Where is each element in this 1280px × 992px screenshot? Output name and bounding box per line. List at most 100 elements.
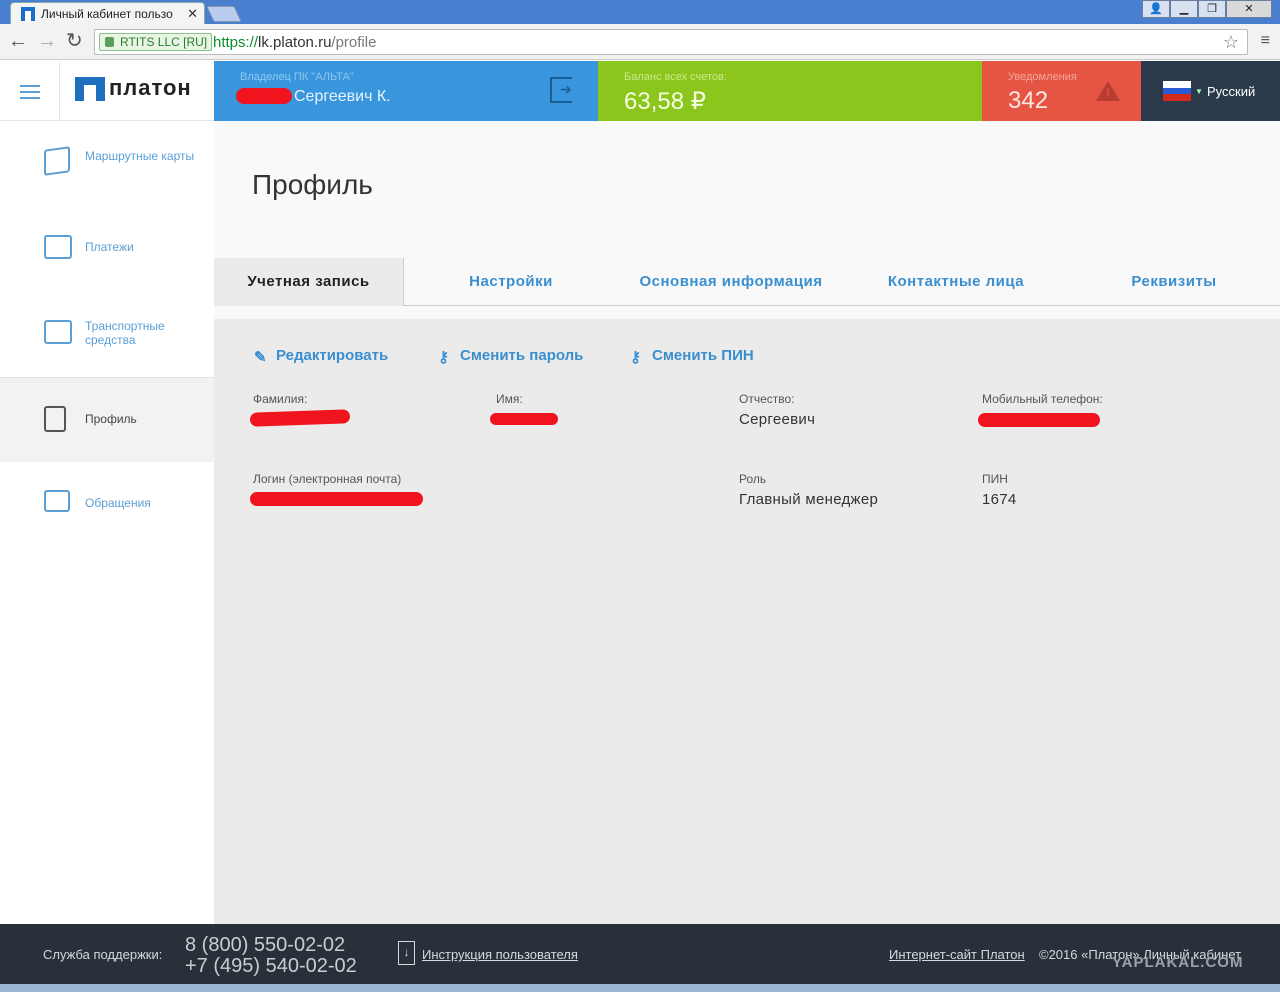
- tab-main-info[interactable]: Основная информация: [618, 258, 844, 306]
- redaction-mark: [236, 88, 292, 104]
- hamburger-menu-icon[interactable]: [0, 61, 60, 121]
- redaction-mark: [249, 409, 351, 427]
- user-manual-link[interactable]: Инструкция пользователя: [422, 947, 578, 962]
- notifications-panel[interactable]: Уведомления 342: [982, 61, 1141, 121]
- sidebar-item-label: Маршрутные карты: [85, 149, 195, 163]
- tab-account[interactable]: Учетная запись: [214, 258, 404, 306]
- sidebar-item-payments[interactable]: Платежи: [0, 207, 214, 292]
- sidebar: платон Маршрутные карты Платежи Транспор…: [0, 61, 214, 924]
- change-pin-label: Сменить ПИН: [652, 347, 754, 364]
- redaction-mark: [978, 413, 1100, 427]
- surname-label: Фамилия:: [253, 392, 308, 406]
- footer: Служба поддержки: 8 (800) 550-02-02 +7 (…: [0, 924, 1280, 984]
- mobile-label: Мобильный телефон:: [982, 392, 1103, 406]
- key-icon: ⚷: [438, 349, 449, 366]
- sidebar-item-profile[interactable]: Профиль: [0, 377, 214, 462]
- redaction-mark: [250, 492, 423, 506]
- support-phone-2: +7 (495) 540-02-02: [185, 955, 357, 977]
- language-selector[interactable]: ▼ Русский: [1141, 61, 1280, 121]
- tab-requisites[interactable]: Реквизиты: [1104, 258, 1244, 306]
- wallet-icon: [44, 235, 72, 259]
- pin-label: ПИН: [982, 472, 1008, 486]
- tab-contacts[interactable]: Контактные лица: [864, 258, 1048, 306]
- browser-tabstrip: Личный кабинет пользо ✕ 👤 ▁ ❐ ✕: [0, 0, 1280, 24]
- profile-tabs: Учетная запись Настройки Основная информ…: [214, 258, 1280, 306]
- sidebar-item-label: Обращения: [85, 496, 151, 510]
- warning-icon: [1096, 81, 1120, 101]
- support-phone-1: 8 (800) 550-02-02: [185, 934, 346, 956]
- close-window-button[interactable]: ✕: [1226, 0, 1272, 18]
- address-bar[interactable]: RTITS LLC [RU] https://lk.platon.ru/prof…: [94, 29, 1248, 55]
- watermark: YAPLAKAL.COM: [1112, 954, 1244, 971]
- balance-panel[interactable]: Баланс всех счетов: 63,58 ₽: [598, 61, 982, 121]
- balance-label: Баланс всех счетов:: [624, 71, 727, 83]
- window-controls: 👤 ▁ ❐ ✕: [1142, 0, 1272, 18]
- language-label: Русский: [1207, 84, 1256, 99]
- tab-settings[interactable]: Настройки: [434, 258, 588, 306]
- role-label: Роль: [739, 472, 767, 486]
- edit-button[interactable]: ✎ Редактировать: [254, 347, 389, 366]
- truck-icon: [44, 320, 72, 344]
- logo-text: платон: [109, 75, 192, 100]
- url-path: /profile: [331, 34, 377, 51]
- platon-logo-icon: [75, 77, 105, 101]
- balance-value: 63,58 ₽: [624, 88, 706, 115]
- minimize-button[interactable]: ▁: [1170, 0, 1198, 18]
- login-label: Логин (электронная почта): [253, 472, 402, 486]
- owner-panel[interactable]: Владелец ПК "АЛЬТА" Сергеевич К.: [214, 61, 598, 121]
- browser-tab[interactable]: Личный кабинет пользо ✕: [10, 2, 205, 24]
- browser-menu-icon[interactable]: ≡: [1261, 32, 1270, 50]
- name-label: Имя:: [496, 392, 523, 406]
- tab-title: Личный кабинет пользо: [41, 7, 173, 21]
- redaction-mark: [490, 413, 558, 425]
- owner-name: Сергеевич К.: [294, 88, 391, 105]
- role-value: Главный менеджер: [739, 491, 879, 508]
- edit-label: Редактировать: [276, 347, 389, 364]
- support-label: Служба поддержки:: [43, 947, 163, 962]
- change-password-label: Сменить пароль: [460, 347, 584, 364]
- certificate-badge[interactable]: RTITS LLC [RU]: [99, 33, 213, 51]
- back-icon[interactable]: ←: [8, 31, 28, 51]
- change-password-button[interactable]: ⚷ Сменить пароль: [438, 347, 584, 366]
- certificate-label: RTITS LLC [RU]: [120, 35, 208, 49]
- sidebar-item-label: Платежи: [85, 240, 134, 254]
- sidebar-item-vehicles[interactable]: Транспортные средства: [0, 292, 214, 377]
- notifications-count: 342: [1008, 87, 1049, 114]
- reload-icon[interactable]: ↻: [66, 31, 83, 51]
- forward-icon[interactable]: →: [37, 31, 57, 51]
- chat-bubble-icon: [44, 490, 70, 512]
- logout-icon[interactable]: [550, 77, 572, 103]
- owner-label: Владелец ПК "АЛЬТА": [240, 71, 354, 83]
- maximize-button[interactable]: ❐: [1198, 0, 1226, 18]
- browser-toolbar: ← → ↻ RTITS LLC [RU] https://lk.platon.r…: [0, 24, 1280, 60]
- download-icon[interactable]: ↓: [398, 941, 415, 965]
- platon-logo[interactable]: платон: [60, 61, 214, 121]
- sidebar-item-route-cards[interactable]: Маршрутные карты: [0, 122, 214, 207]
- sidebar-item-label: Профиль: [85, 412, 137, 426]
- platon-favicon-icon: [21, 7, 35, 21]
- sidebar-item-requests[interactable]: Обращения: [0, 462, 214, 547]
- change-pin-button[interactable]: ⚷ Сменить ПИН: [630, 347, 754, 366]
- tab-close-icon[interactable]: ✕: [187, 3, 198, 24]
- user-icon[interactable]: 👤: [1142, 0, 1170, 18]
- platon-site-link[interactable]: Интернет-сайт Платон: [889, 947, 1025, 962]
- sidebar-item-label: Транспортные средства: [85, 319, 165, 347]
- chevron-down-icon: ▼: [1195, 87, 1203, 96]
- new-tab-button[interactable]: [206, 6, 242, 22]
- profile-document-icon: [44, 406, 66, 432]
- lock-icon: [105, 37, 114, 47]
- notifications-label: Уведомления: [1008, 71, 1077, 83]
- url-scheme: https://: [213, 34, 259, 51]
- bookmark-star-icon[interactable]: ☆: [1223, 32, 1239, 53]
- map-icon: [44, 146, 70, 176]
- pin-value: 1674: [982, 491, 1017, 508]
- edit-icon: ✎: [254, 349, 267, 366]
- url-host: lk.platon.ru: [258, 34, 332, 51]
- page-title: Профиль: [252, 169, 373, 200]
- patronymic-value: Сергеевич: [739, 411, 816, 428]
- url-text[interactable]: https://lk.platon.ru/profile: [213, 34, 376, 51]
- patronymic-label: Отчество:: [739, 392, 795, 406]
- key-icon: ⚷: [630, 349, 641, 366]
- app-root: Профиль платон Маршрутные карты Платежи …: [0, 61, 1280, 924]
- russian-flag-icon: [1163, 81, 1191, 101]
